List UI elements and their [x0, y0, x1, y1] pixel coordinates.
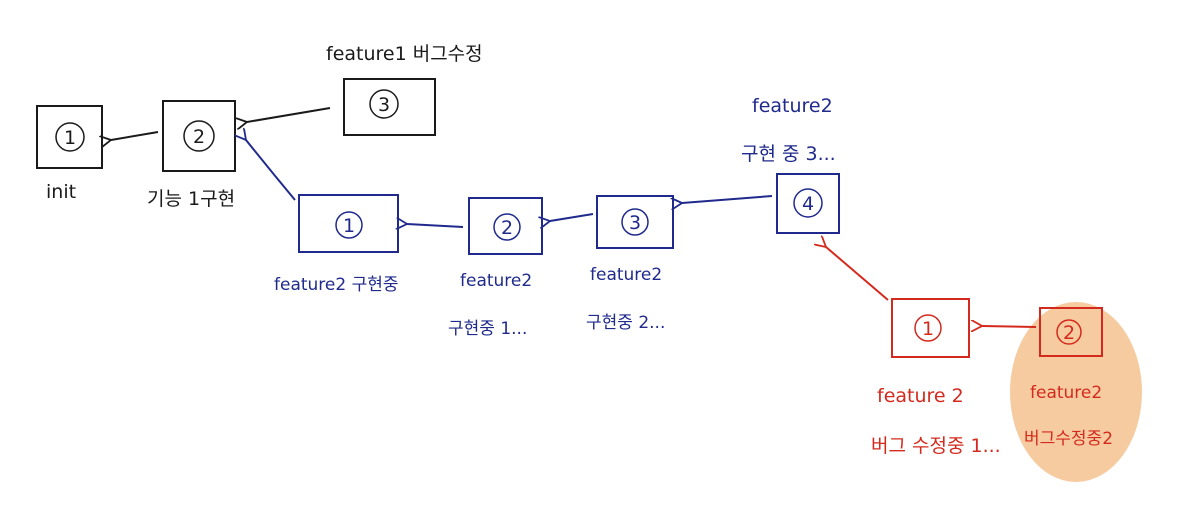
- arrow-main-3-to-2: [247, 107, 331, 122]
- commit-number: 1: [64, 127, 76, 149]
- commit-main-3-label: feature1 버그수정: [326, 43, 483, 65]
- arrow-main-2-to-1: [111, 131, 159, 140]
- commit-feature2-1-label: feature2 구현중: [274, 275, 399, 295]
- commit-feature2-3: 3: [596, 195, 674, 249]
- commit-number: 3: [378, 94, 390, 116]
- commit-feature2-2-label-line2: 구현중 1...: [448, 319, 527, 339]
- arrow-bugfix-2-to-1: [982, 326, 1037, 327]
- arrow-feature2-1-to-main-2: [246, 140, 296, 201]
- arrow-feature2-3-to-2: [550, 213, 594, 221]
- commit-bugfix-1: 1: [891, 298, 970, 358]
- commit-number: 4: [802, 193, 814, 215]
- commit-bugfix-2-label-line1: feature2: [1030, 383, 1102, 403]
- commit-feature2-2-label-line1: feature2: [460, 271, 532, 291]
- commit-feature2-2: 2: [468, 197, 543, 255]
- commit-main-2: 2: [162, 100, 236, 172]
- git-branch-diagram: 1 init 2 기능 1구현 3 feature1 버그수정 1 featur…: [0, 0, 1180, 524]
- arrow-feature2-4-to-3: [682, 195, 773, 203]
- commit-main-1-label: init: [46, 181, 76, 203]
- commit-feature2-3-label-line1: feature2: [590, 265, 662, 285]
- commit-number: 2: [1063, 322, 1075, 344]
- commit-bugfix-1-label-line2: 버그 수정중 1...: [871, 435, 1001, 457]
- commit-feature2-4-label-line2: 구현 중 3...: [741, 143, 836, 165]
- commit-main-2-label: 기능 1구현: [147, 188, 235, 210]
- commit-number: 3: [629, 212, 641, 234]
- commit-main-1: 1: [36, 105, 103, 169]
- commit-feature2-1: 1: [298, 194, 399, 253]
- commit-feature2-4: 4: [776, 173, 840, 234]
- arrow-feature2-2-to-1: [407, 224, 464, 227]
- diagram-svg: 1 init 2 기능 1구현 3 feature1 버그수정 1 featur…: [36, 43, 1142, 482]
- commit-feature2-3-label-line2: 구현중 2...: [586, 313, 665, 333]
- commit-main-3: 3: [343, 78, 436, 136]
- commit-bugfix-2-label-line2: 버그수정중2: [1024, 429, 1113, 449]
- commit-feature2-4-label-line1: feature2: [752, 95, 833, 117]
- arrow-bugfix-1-to-feature2-4: [826, 247, 889, 301]
- commit-number: 2: [193, 126, 205, 148]
- commit-number: 2: [501, 217, 513, 239]
- commit-number: 1: [343, 215, 355, 237]
- commit-number: 1: [922, 318, 934, 340]
- commit-bugfix-1-label-line1: feature 2: [877, 385, 964, 407]
